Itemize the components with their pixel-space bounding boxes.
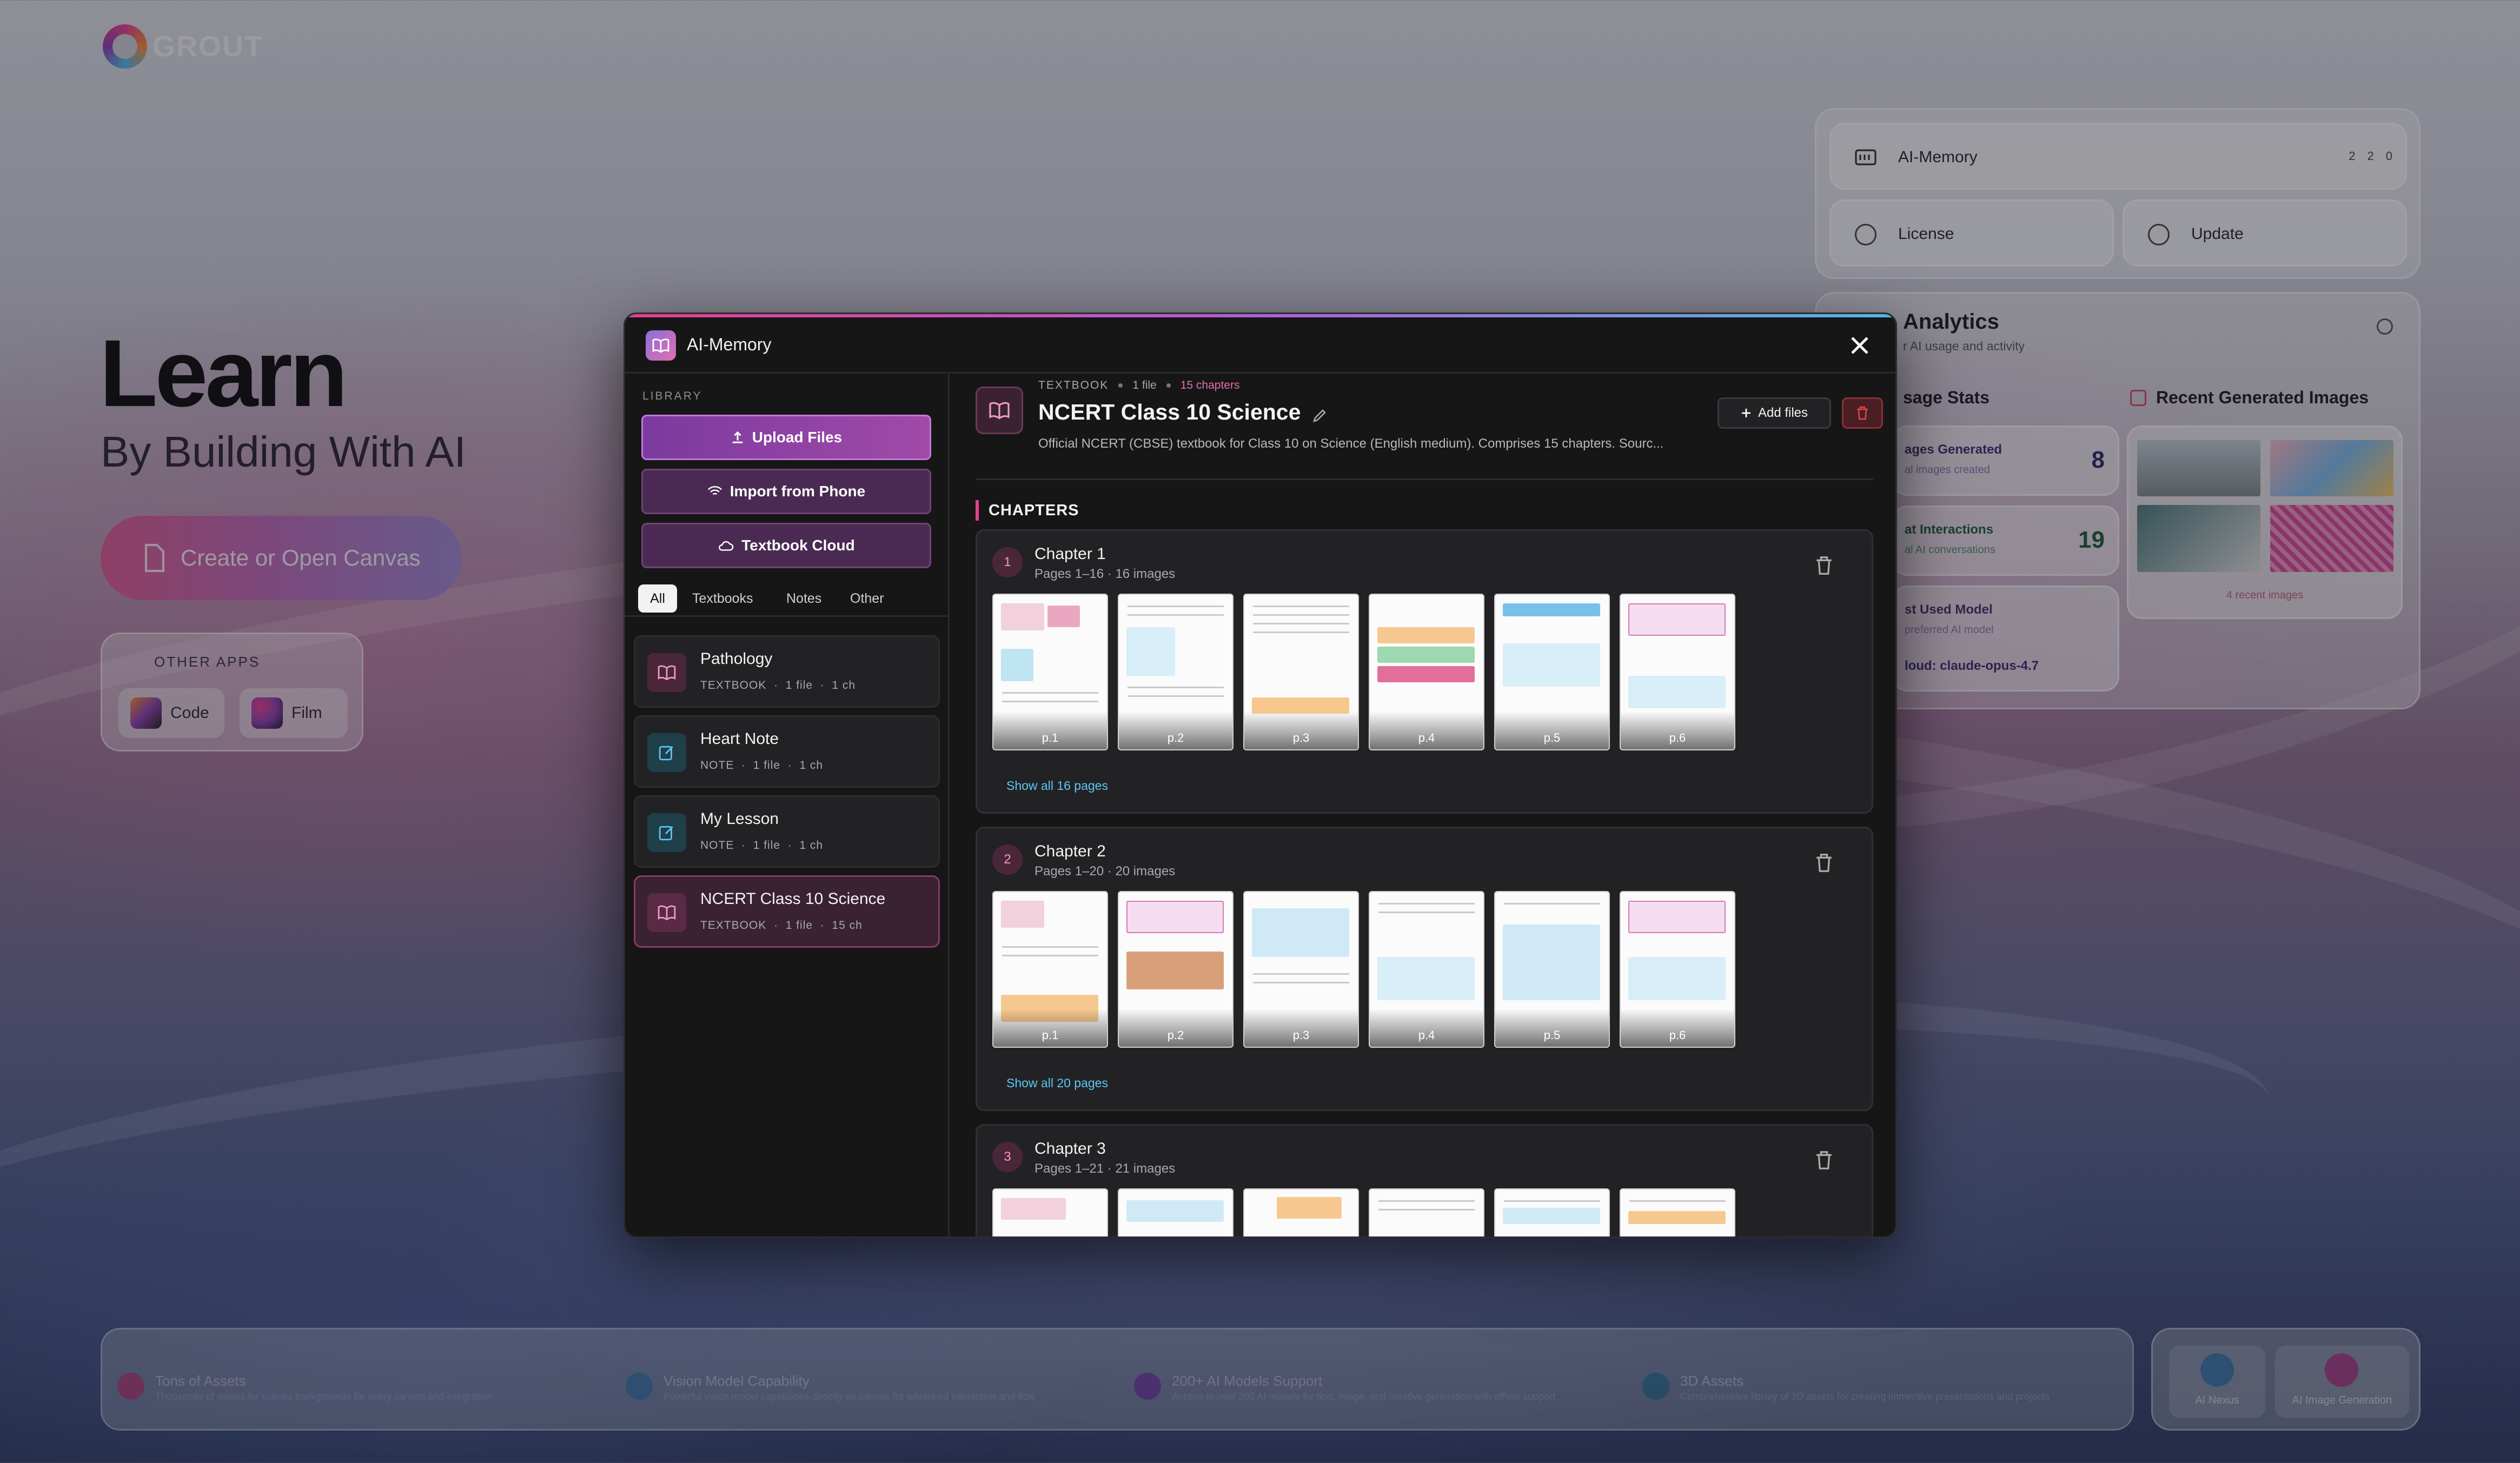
chapter-meta: Pages 1–20 · 20 images <box>1034 864 1176 879</box>
note-icon <box>647 813 686 852</box>
tab-textbooks[interactable]: Textbooks <box>692 584 753 613</box>
page-thumbnail[interactable]: p.5 <box>1494 594 1610 750</box>
detail-book-icon <box>976 387 1023 434</box>
chapter-meta: Pages 1–16 · 16 images <box>1034 567 1176 581</box>
page-thumbnail[interactable]: p.3 <box>1243 594 1359 750</box>
chapters-label: CHAPTERS <box>976 500 1079 521</box>
page-thumbnail[interactable]: p.4 <box>1369 594 1484 750</box>
add-files-button[interactable]: Add files <box>1717 397 1831 429</box>
page-thumbnail[interactable]: p.4 <box>1369 891 1484 1048</box>
tab-other[interactable]: Other <box>850 584 884 613</box>
trash-icon <box>1857 406 1868 420</box>
edit-icon[interactable] <box>1312 408 1327 423</box>
textbook-cloud-button[interactable]: Textbook Cloud <box>641 523 931 568</box>
library-item-pathology[interactable]: Pathology TEXTBOOK · 1 file · 1 ch <box>634 635 940 708</box>
import-from-phone-button[interactable]: Import from Phone <box>641 469 931 514</box>
modal-title: AI-Memory <box>687 335 772 354</box>
page-thumbnail[interactable]: p.1 <box>992 891 1108 1048</box>
chapter-title: Chapter 3 <box>1034 1140 1106 1158</box>
detail-title: NCERT Class 10 Science <box>1038 400 1301 424</box>
trash-icon[interactable] <box>1814 853 1834 873</box>
library-item-ncert[interactable]: NCERT Class 10 Science TEXTBOOK · 1 file… <box>634 875 940 948</box>
page-thumbnail[interactable]: p.1 <box>992 594 1108 750</box>
upload-icon <box>732 431 743 443</box>
item-meta: NOTE · 1 file · 1 ch <box>700 839 824 852</box>
chapter-card: 3 Chapter 3 Pages 1–21 · 21 images <box>976 1124 1873 1236</box>
library-label: LIBRARY <box>642 390 702 402</box>
page-thumbnail[interactable]: p.2 <box>1118 891 1234 1048</box>
book-icon <box>647 653 686 692</box>
page-thumbnail[interactable]: p.2 <box>1118 594 1234 750</box>
page-thumbnail[interactable] <box>1620 1188 1735 1236</box>
chapter-card: 1 Chapter 1 Pages 1–16 · 16 images p.1 p… <box>976 529 1873 814</box>
chapter-title: Chapter 1 <box>1034 545 1106 563</box>
upload-files-button[interactable]: Upload Files <box>641 415 931 460</box>
library-sidebar: LIBRARY Upload Files Import from Phone T… <box>625 374 950 1236</box>
plus-icon <box>1741 409 1750 417</box>
page-thumbnail[interactable] <box>1243 1188 1359 1236</box>
trash-icon[interactable] <box>1814 556 1834 575</box>
modal-header: AI-Memory <box>625 317 1895 374</box>
library-tabs: All Textbooks Notes Other <box>625 584 950 617</box>
chapter-title: Chapter 2 <box>1034 842 1106 860</box>
item-meta: NOTE · 1 file · 1 ch <box>700 759 824 772</box>
page-thumbnail[interactable]: p.6 <box>1620 891 1735 1048</box>
show-all-pages-link[interactable]: Show all 20 pages <box>1006 1076 1108 1090</box>
tab-notes[interactable]: Notes <box>786 584 821 613</box>
library-item-heart-note[interactable]: Heart Note NOTE · 1 file · 1 ch <box>634 715 940 788</box>
chapters-count: 15 chapters <box>1180 379 1240 391</box>
trash-icon[interactable] <box>1814 1151 1834 1170</box>
item-meta: TEXTBOOK · 1 file · 15 ch <box>700 919 863 932</box>
ai-memory-modal: AI-Memory LIBRARY Upload Files Import fr… <box>624 312 1897 1238</box>
page-thumbnail[interactable] <box>1494 1188 1610 1236</box>
page-thumbnail[interactable]: p.6 <box>1620 594 1735 750</box>
page-thumbnail[interactable]: p.3 <box>1243 891 1359 1048</box>
item-meta: TEXTBOOK · 1 file · 1 ch <box>700 679 856 691</box>
detail-divider <box>976 478 1873 480</box>
library-item-my-lesson[interactable]: My Lesson NOTE · 1 file · 1 ch <box>634 795 940 868</box>
page-thumbnail[interactable]: p.5 <box>1494 891 1610 1048</box>
cloud-icon <box>719 541 734 551</box>
modal-book-icon <box>646 330 676 361</box>
chapter-number: 2 <box>992 844 1023 875</box>
detail-meta: TEXTBOOK 1 file 15 chapters <box>1038 379 1240 391</box>
show-all-pages-link[interactable]: Show all 16 pages <box>1006 779 1108 793</box>
wifi-icon <box>707 486 722 495</box>
note-icon <box>647 733 686 772</box>
chapter-card: 2 Chapter 2 Pages 1–20 · 20 images p.1 p… <box>976 827 1873 1111</box>
chapter-number: 1 <box>992 547 1023 577</box>
close-icon[interactable] <box>1850 336 1869 355</box>
page-thumbnail[interactable] <box>1369 1188 1484 1236</box>
page-thumbnail[interactable] <box>992 1188 1108 1236</box>
delete-textbook-button[interactable] <box>1842 397 1883 429</box>
tab-all[interactable]: All <box>638 584 677 613</box>
page-thumbnail[interactable] <box>1118 1188 1234 1236</box>
textbook-detail: TEXTBOOK 1 file 15 chapters NCERT Class … <box>950 374 1895 1236</box>
chapter-number: 3 <box>992 1142 1023 1172</box>
chapter-meta: Pages 1–21 · 21 images <box>1034 1161 1176 1176</box>
book-icon <box>647 893 686 932</box>
detail-description: Official NCERT (CBSE) textbook for Class… <box>1038 436 1664 451</box>
